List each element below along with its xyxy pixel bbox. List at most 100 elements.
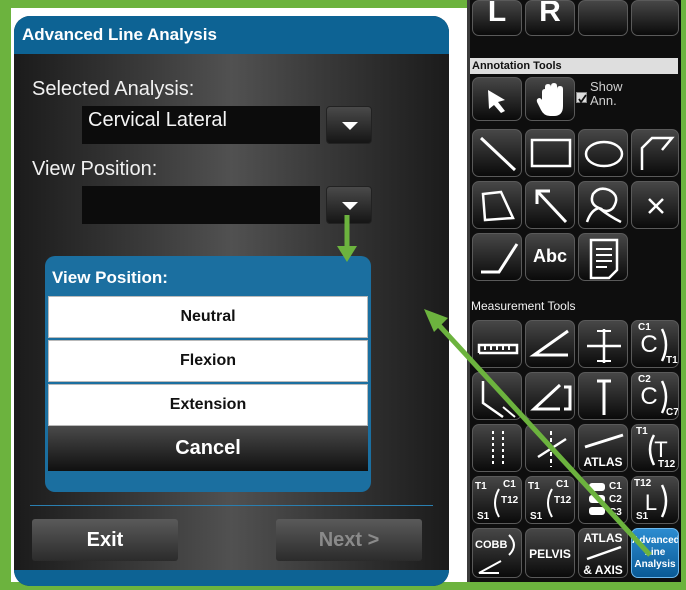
angle-tool-button[interactable] [525,320,575,368]
advanced-line-label-3: Analysis [634,559,676,570]
c1-c2-c3-tool-button[interactable]: C1 C2 C3 [578,476,628,524]
atlas-axis-tool-button[interactable]: ATLAS & AXIS [578,528,628,578]
ellipse-icon [584,140,624,168]
highlight-frame-left [0,0,11,590]
angle-two-icon [481,381,516,419]
line-tool-button[interactable] [472,129,522,177]
angle-bracket-tool-button[interactable] [525,372,575,420]
atlas-tool-button[interactable]: ATLAS [578,424,628,472]
option-neutral[interactable]: Neutral [48,296,368,338]
toolbar-button-partial-2[interactable] [631,0,679,36]
option-flexion[interactable]: Flexion [48,340,368,382]
text-tool-button[interactable]: Abc [525,233,575,281]
rectangle-tool-button[interactable] [525,129,575,177]
show-annotations-checkbox[interactable] [576,92,587,104]
close-icon [648,198,664,214]
angle-two-tool-button[interactable] [472,372,522,420]
cobb-tool-button[interactable]: COBB [472,528,522,578]
annotation-tools-header: Annotation Tools [470,58,678,74]
t1-t12-tool-button[interactable]: T1 T T12 [631,424,679,472]
t1-label: T1 [666,355,678,366]
dotted-lines-icon [492,431,504,467]
t1-t12-s1-alt-tool-button[interactable]: T1 C1 T12 S1 [525,476,575,524]
c2-label: C2 [609,494,622,505]
polygon-icon [481,190,515,222]
angle-line-tool-button[interactable] [472,233,522,281]
s1-label: S1 [530,511,543,522]
select-tool-button[interactable] [472,77,522,121]
exit-button[interactable]: Exit [32,519,178,561]
c2-c7-tool-button[interactable]: C2 C C7 [631,372,679,420]
view-position-dropdown-button[interactable] [326,186,372,224]
t12-label: T12 [501,495,519,506]
c1-label: C1 [609,481,622,492]
t12-label: T12 [554,495,572,506]
view-position-field[interactable] [82,186,320,224]
vertical-line-tool-button[interactable] [578,372,628,420]
next-button[interactable]: Next > [276,519,422,561]
notes-tool-button[interactable] [578,233,628,281]
selected-analysis-dropdown-button[interactable] [326,106,372,144]
bent-line-icon [481,243,519,274]
left-marker-label: L [487,0,507,28]
t12-l-s1-tool-button[interactable]: T12 L S1 [631,476,679,524]
arrow-icon [535,189,568,224]
text-tool-label: Abc [532,246,567,266]
t-bar-icon [597,379,611,415]
s1-label: S1 [636,511,649,522]
dotted-lines-tool-button[interactable] [472,424,522,472]
ruler-tool-button[interactable] [472,320,522,368]
c7-label: C7 [666,407,679,418]
hand-icon [536,83,563,116]
dialog-bottom-strip [14,570,449,586]
selected-analysis-label: Selected Analysis: [32,78,195,100]
dashed-angle-tool-button[interactable] [525,424,575,472]
toolbar-button-partial-1[interactable] [578,0,628,36]
advanced-line-label-1: Advanced [632,535,679,546]
left-marker-button[interactable]: L [472,0,522,36]
chevron-down-icon [342,202,358,210]
atlas-axis-bottom-label: & AXIS [583,563,623,577]
crosshair-tool-button[interactable] [578,320,628,368]
cancel-button[interactable]: Cancel [48,426,368,471]
ruler-icon [477,343,519,355]
angle-icon [529,329,569,357]
show-annotations-label: Show Ann. [590,79,623,108]
freehand-tool-button[interactable] [578,181,628,229]
right-marker-label: R [539,0,561,28]
t12-label: T12 [658,459,676,470]
delete-annotation-button[interactable] [631,181,679,229]
measurement-tools-header: Measurement Tools [471,299,576,313]
polyline-icon [640,136,675,170]
freehand-icon [585,187,622,224]
cobb-angle-icon [478,534,515,574]
dialog-separator [30,505,433,506]
pelvis-label: PELVIS [529,547,571,561]
polygon-tool-button[interactable] [472,181,522,229]
pan-tool-button[interactable] [525,77,575,121]
angle-bracket-icon [530,383,572,411]
chevron-down-icon [342,122,358,130]
popup-title: View Position: [52,268,168,287]
pelvis-tool-button[interactable]: PELVIS [525,528,575,578]
dashed-angle-icon [537,431,567,467]
ellipse-tool-button[interactable] [578,129,628,177]
line-icon [479,136,517,172]
dialog-titlebar: Advanced Line Analysis [14,16,449,54]
arrow-tool-button[interactable] [525,181,575,229]
selected-analysis-value: Cervical Lateral [88,109,227,131]
screen: Advanced Line Analysis Selected Analysis… [0,0,686,590]
checkmark-icon [578,94,587,104]
crosshair-icon [587,329,621,363]
rectangle-icon [530,138,572,168]
polyline-tool-button[interactable] [631,129,679,177]
highlight-frame-right [681,0,686,590]
right-marker-button[interactable]: R [525,0,575,36]
advanced-line-analysis-button[interactable]: Advanced Line Analysis [631,528,679,578]
c1-t1-tool-button[interactable]: C1 C T1 [631,320,679,368]
view-position-popup: View Position: Neutral Flexion Extension… [45,256,371,492]
selected-analysis-field[interactable]: Cervical Lateral [82,106,320,144]
c3-label: C3 [609,507,622,518]
t1-t12-s1-tool-button[interactable]: T1 C1 T12 S1 [472,476,522,524]
option-extension[interactable]: Extension [48,384,368,426]
